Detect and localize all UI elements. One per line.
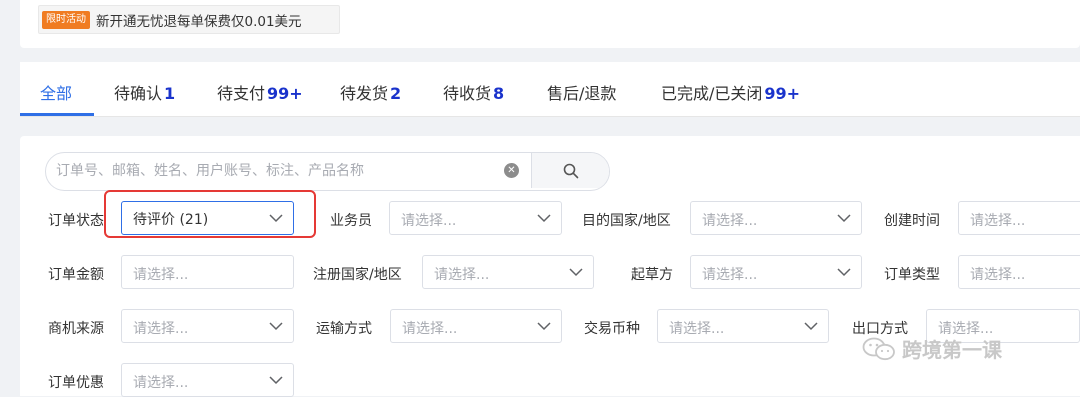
- tab-completed-closed[interactable]: 已完成/已关闭 99+: [661, 80, 800, 104]
- reg-country-placeholder: 请选择...: [434, 267, 490, 283]
- reg-country-select[interactable]: 请选择...: [422, 255, 594, 289]
- tab-pending-payment[interactable]: 待支付 99+: [217, 80, 303, 104]
- promo-badge: 限时活动: [42, 10, 90, 29]
- chevron-down-icon: [569, 268, 583, 277]
- order-discount-label: 订单优惠: [48, 375, 104, 391]
- order-status-label: 订单状态: [48, 213, 104, 229]
- chevron-down-icon: [804, 322, 818, 331]
- search-button[interactable]: [531, 153, 609, 188]
- lead-source-select[interactable]: 请选择...: [121, 309, 294, 343]
- drafter-select[interactable]: 请选择...: [690, 255, 862, 289]
- destination-select[interactable]: 请选择...: [690, 201, 862, 235]
- salesperson-placeholder: 请选择...: [401, 213, 457, 229]
- chevron-down-icon: [269, 322, 283, 331]
- chevron-down-icon: [837, 214, 851, 223]
- promo-banner[interactable]: 限时活动 新开通无忧退每单保费仅0.01美元: [38, 5, 340, 34]
- drafter-label: 起草方: [631, 267, 673, 283]
- clear-icon[interactable]: ✕: [504, 163, 519, 178]
- search-icon: [563, 163, 579, 178]
- destination-placeholder: 请选择...: [702, 213, 758, 229]
- tab-count: 1: [164, 84, 176, 103]
- chevron-down-icon: [537, 214, 551, 223]
- order-status-value: 待评价 (21): [133, 212, 209, 228]
- shipping-select[interactable]: 请选择...: [390, 309, 562, 343]
- reg-country-label: 注册国家/地区: [313, 267, 402, 283]
- salesperson-label: 业务员: [330, 213, 372, 229]
- created-time-select[interactable]: 请选择...: [958, 201, 1080, 235]
- watermark: 跨境第一课: [862, 334, 1002, 363]
- tab-pending-confirm[interactable]: 待确认 1: [114, 80, 175, 104]
- promo-card: 限时活动 新开通无忧退每单保费仅0.01美元: [20, 0, 1080, 48]
- tab-count: 2: [390, 84, 402, 103]
- currency-placeholder: 请选择...: [669, 321, 725, 337]
- order-discount-select[interactable]: 请选择...: [121, 363, 294, 397]
- currency-label: 交易币种: [584, 321, 640, 337]
- order-amount-label: 订单金额: [48, 267, 104, 283]
- tab-pending-receipt[interactable]: 待收货 8: [443, 80, 504, 104]
- chevron-down-icon: [837, 268, 851, 277]
- search-input[interactable]: [46, 153, 536, 188]
- tab-count: 8: [493, 84, 505, 103]
- tab-all[interactable]: 全部: [40, 80, 72, 104]
- order-discount-placeholder: 请选择...: [133, 375, 189, 391]
- created-time-placeholder: 请选择...: [970, 213, 1026, 229]
- order-type-placeholder: 请选择...: [970, 267, 1026, 283]
- chevron-down-icon: [269, 214, 283, 223]
- salesperson-select[interactable]: 请选择...: [389, 201, 562, 235]
- active-tab-indicator: [20, 113, 94, 116]
- shipping-label: 运输方式: [316, 321, 372, 337]
- order-type-label: 订单类型: [884, 267, 940, 283]
- order-amount-input[interactable]: 请选择...: [121, 255, 294, 289]
- lead-source-label: 商机来源: [48, 321, 104, 337]
- order-status-select[interactable]: 待评价 (21): [121, 201, 294, 235]
- wechat-icon: [862, 337, 895, 360]
- destination-label: 目的国家/地区: [582, 213, 671, 229]
- drafter-placeholder: 请选择...: [702, 267, 758, 283]
- chevron-down-icon: [537, 322, 551, 331]
- order-status-tabs: 全部 待确认 1 待支付 99+ 待发货 2 待收货 8 售后/退款 已完成/已关闭 99…: [20, 62, 1080, 117]
- chevron-down-icon: [269, 376, 283, 385]
- lead-source-placeholder: 请选择...: [133, 321, 189, 337]
- watermark-text: 跨境第一课: [902, 338, 1002, 362]
- tab-after-sales[interactable]: 售后/退款: [547, 80, 616, 104]
- promo-text: 新开通无忧退每单保费仅0.01美元: [96, 13, 302, 30]
- shipping-placeholder: 请选择...: [402, 321, 458, 337]
- order-amount-placeholder: 请选择...: [133, 267, 189, 283]
- tab-count: 99+: [267, 84, 303, 103]
- currency-select[interactable]: 请选择...: [657, 309, 829, 343]
- order-type-select[interactable]: 请选择...: [958, 255, 1080, 289]
- created-time-label: 创建时间: [884, 213, 940, 229]
- search-bar: ✕: [45, 152, 610, 191]
- tab-count: 99+: [764, 84, 801, 103]
- tab-pending-shipment[interactable]: 待发货 2: [340, 80, 401, 104]
